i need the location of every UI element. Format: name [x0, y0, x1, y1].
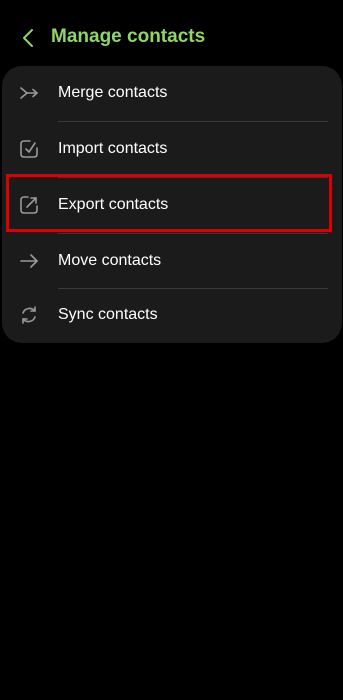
- chevron-left-icon: [23, 29, 33, 47]
- menu-item-label: Merge contacts: [58, 84, 168, 101]
- menu-item-label: Export contacts: [58, 196, 169, 213]
- arrow-right-icon: [18, 250, 40, 272]
- menu-item-label: Sync contacts: [58, 306, 158, 323]
- menu-card: Merge contacts Import contacts Export co…: [2, 66, 342, 343]
- menu-item-label: Move contacts: [58, 252, 162, 269]
- back-button[interactable]: [14, 24, 42, 52]
- import-icon: [18, 138, 40, 160]
- menu-item-merge-contacts[interactable]: Merge contacts: [2, 66, 342, 122]
- sync-icon: [18, 304, 40, 326]
- page-title: Manage contacts: [51, 26, 206, 47]
- menu-item-sync-contacts[interactable]: Sync contacts: [2, 288, 342, 344]
- menu-item-export-contacts[interactable]: Export contacts: [2, 178, 342, 234]
- menu-item-move-contacts[interactable]: Move contacts: [2, 234, 342, 290]
- export-icon: [18, 194, 40, 216]
- app-header: Manage contacts: [0, 0, 343, 66]
- menu-item-label: Import contacts: [58, 140, 168, 157]
- menu-item-import-contacts[interactable]: Import contacts: [2, 122, 342, 178]
- merge-icon: [18, 82, 40, 104]
